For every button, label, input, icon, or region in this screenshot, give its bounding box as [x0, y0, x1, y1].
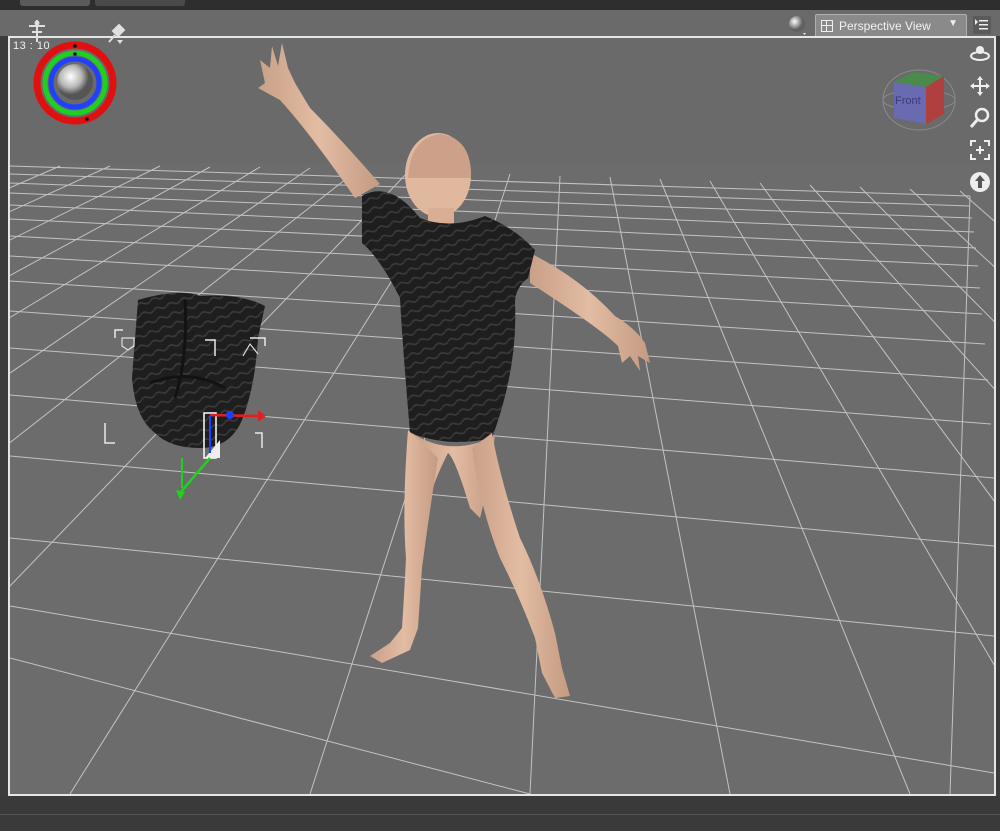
chevron-down-icon: ▼ — [948, 18, 958, 29]
divider — [0, 814, 1000, 815]
sphere-shading-icon[interactable] — [787, 14, 809, 36]
window-tab-strip — [0, 0, 1000, 10]
orbit-icon[interactable] — [968, 42, 992, 66]
view-cube-face-label: Front — [895, 95, 921, 107]
reset-up-icon[interactable] — [968, 170, 992, 194]
view-mode-label: Perspective View — [839, 19, 931, 33]
menu-list-icon[interactable] — [973, 16, 991, 34]
bottom-panel — [0, 796, 1000, 831]
scene-canvas[interactable] — [10, 38, 994, 794]
3d-viewport[interactable] — [8, 36, 996, 796]
pan-icon[interactable] — [968, 74, 992, 98]
tab-viewport[interactable] — [20, 0, 90, 6]
camera-grid-icon — [821, 20, 833, 32]
frame-icon[interactable] — [968, 138, 992, 162]
zoom-icon[interactable] — [968, 106, 992, 130]
camera-nav-controls — [968, 42, 994, 202]
view-mode-select[interactable]: Perspective View ▼ — [815, 14, 967, 38]
rotation-ring-gizmo[interactable] — [32, 40, 118, 126]
tab-secondary[interactable] — [95, 0, 185, 6]
